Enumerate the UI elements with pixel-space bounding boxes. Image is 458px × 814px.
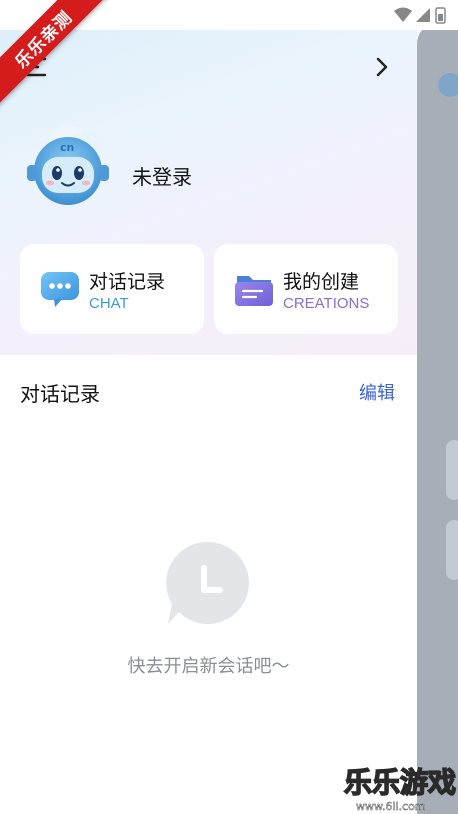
robot-avatar[interactable]: cn — [24, 125, 112, 209]
login-status[interactable]: 未登录 — [132, 161, 192, 190]
card-title: 我的创建 — [283, 272, 360, 293]
my-creations-card[interactable]: 我的创建 CREATIONS — [214, 244, 398, 334]
side-drawer: cn 未登录 对话记录 CHAT 我的创建 CREATIONS 对话记录 编辑 … — [0, 0, 417, 814]
svg-text:cn: cn — [60, 141, 74, 154]
svg-text:www.6ll.com: www.6ll.com — [356, 800, 426, 813]
card-title: 对话记录 — [89, 272, 166, 293]
clock-bubble-icon — [166, 541, 249, 624]
status-icons — [394, 7, 446, 24]
folder-icon — [235, 276, 273, 306]
svg-text:乐乐游戏: 乐乐游戏 — [344, 766, 456, 799]
chat-history-card[interactable]: 对话记录 CHAT — [20, 244, 204, 334]
edit-button[interactable]: 编辑 — [359, 379, 395, 405]
card-subtitle: CREATIONS — [283, 295, 370, 312]
site-watermark-logo: 乐乐游戏 www.6ll.com — [343, 765, 457, 813]
history-section-title: 对话记录 — [20, 384, 100, 406]
chevron-right-icon[interactable] — [370, 55, 394, 79]
background-app-avatar — [438, 73, 458, 97]
wifi-icon — [394, 7, 412, 22]
background-app-page — [417, 22, 458, 814]
card-subtitle: CHAT — [89, 295, 129, 312]
signal-icon — [416, 8, 430, 22]
chat-bubble-icon — [41, 272, 79, 307]
background-page-decoration — [446, 440, 458, 580]
empty-state-text: 快去开启新会话吧～ — [127, 656, 290, 676]
